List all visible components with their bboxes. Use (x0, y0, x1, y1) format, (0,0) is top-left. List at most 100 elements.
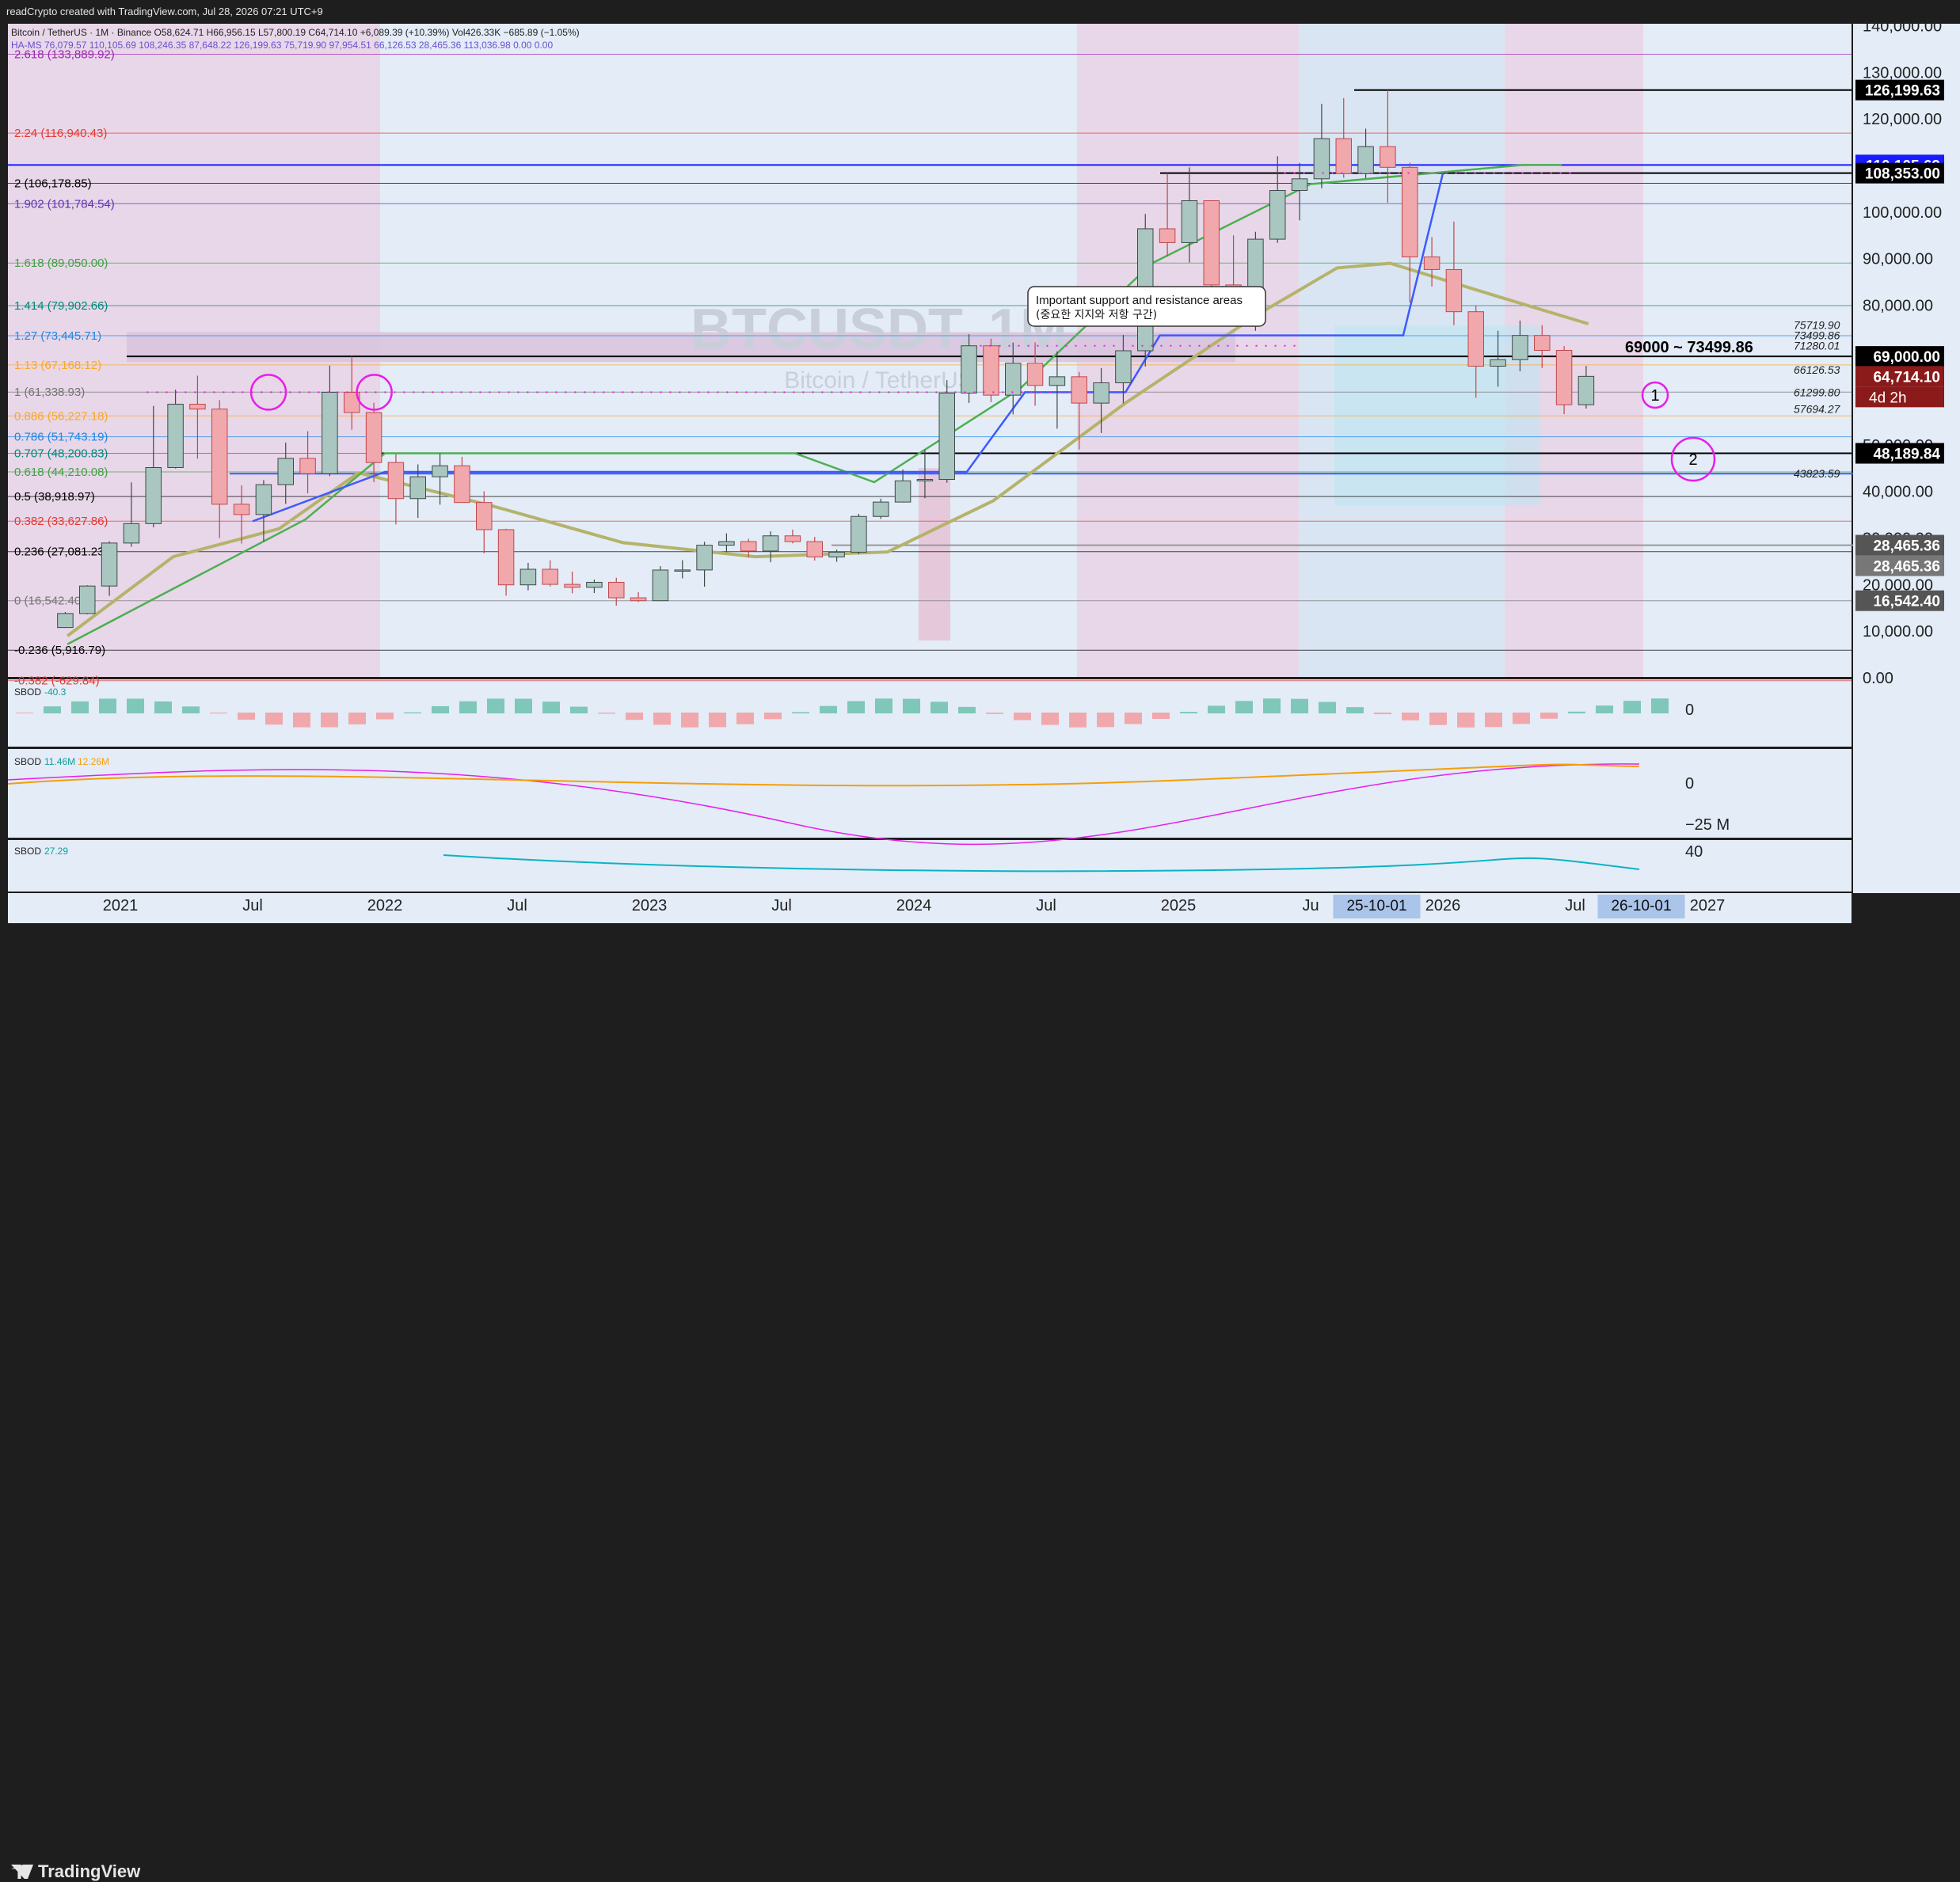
fib-label: 0.786 (51,743.19) (14, 431, 108, 444)
callout-line2: (중요한 지지와 저항 구간) (1036, 309, 1157, 321)
candle-body (718, 541, 735, 546)
candle-body (101, 542, 118, 587)
histogram-bar (1402, 713, 1419, 720)
watermark-name: Bitcoin / TetherUS (784, 367, 974, 394)
price-tick: 0.00 (1863, 670, 1893, 687)
histogram-bar (1623, 701, 1641, 713)
time-tick: Jul (1565, 897, 1585, 914)
histogram-bar (99, 698, 116, 713)
candle-body (696, 545, 713, 571)
price-badge-label: 108,353.00 (1865, 166, 1940, 183)
candle-body (1159, 228, 1176, 243)
candle-body (1335, 138, 1352, 174)
candle-body (983, 345, 999, 396)
fib-label: 0.886 (56,227.18) (14, 409, 108, 423)
price-tick: 130,000.00 (1863, 64, 1942, 82)
candle-body (1005, 363, 1022, 396)
price-badge-label: 64,714.10 (1873, 369, 1940, 386)
candle-body (1269, 190, 1286, 240)
histogram-bar (792, 712, 809, 713)
histogram-bar (709, 713, 726, 728)
candle-body (1071, 376, 1087, 404)
histogram-bar (681, 713, 698, 728)
time-tick: Jul (771, 897, 792, 914)
histogram-bar (1235, 701, 1253, 713)
tradingview-logo: TradingView (11, 1861, 140, 1882)
fib-label: 1.27 (73,445.71) (14, 329, 101, 343)
marker-label: 1 (1650, 387, 1659, 405)
candle-body (454, 465, 470, 504)
histogram-bar (1263, 698, 1281, 713)
candle-body (1555, 349, 1573, 405)
marker-label: 2 (1688, 451, 1697, 469)
histogram-bar (1014, 713, 1031, 720)
candle-body (1115, 350, 1132, 384)
candle-body (1291, 178, 1308, 192)
histogram-bar (542, 701, 560, 713)
candle-body (806, 541, 823, 557)
histogram-bar (487, 698, 504, 713)
histogram-bar (1374, 713, 1391, 715)
candle-body (57, 613, 74, 629)
fib-label: 0.618 (44,210.08) (14, 466, 108, 479)
fib-label: 0.236 (27,081.23) (14, 546, 108, 559)
histogram-bar (459, 701, 477, 713)
fib-label: 1.902 (101,784.54) (14, 197, 115, 211)
candle-body (167, 403, 184, 469)
price-badge-label: 69,000.00 (1873, 349, 1940, 366)
candle-body (255, 484, 272, 515)
time-tick: Ju (1302, 897, 1319, 914)
histogram-bar (432, 705, 449, 713)
candle-body (497, 529, 515, 586)
candle-body (784, 535, 801, 542)
histogram-bar (1069, 713, 1087, 728)
candle-body (762, 535, 779, 552)
fib-label: 1.13 (67,168.12) (14, 359, 101, 372)
histogram-bar (1596, 705, 1613, 713)
indicator-value: 27.29 (44, 846, 68, 857)
histogram-bar (1540, 713, 1558, 719)
histogram-bar (348, 713, 366, 724)
price-chart[interactable]: BTCUSDT, 1MBitcoin / TetherUS2.618 (133,… (0, 0, 1960, 972)
fib-label: 2 (106,178.85) (14, 177, 92, 190)
histogram-bar (1291, 698, 1308, 713)
candle-body (123, 523, 140, 544)
candle-body (938, 392, 955, 481)
histogram-bar (653, 713, 671, 725)
candle-body (1534, 335, 1551, 351)
candle-body (674, 569, 691, 572)
indicator-pane-3 (8, 840, 1852, 892)
candle-body (1181, 200, 1198, 243)
histogram-bar (182, 706, 200, 713)
candle-body (542, 568, 558, 585)
price-tick: 100,000.00 (1863, 204, 1942, 222)
indicator-pane-2 (8, 749, 1852, 838)
time-tick: 2024 (896, 897, 932, 914)
candle-body (564, 584, 580, 588)
time-tick: 2025 (1161, 897, 1197, 914)
histogram-bar (1125, 713, 1142, 724)
histogram-bar (736, 713, 754, 724)
price-badge-label: 28,465.36 (1873, 559, 1940, 576)
candle-body (189, 403, 206, 410)
fib-label: 0.382 (33,627.86) (14, 515, 108, 528)
price-badge-label: 16,542.40 (1873, 594, 1940, 610)
histogram-bar (1651, 698, 1669, 713)
candle-body (851, 515, 867, 553)
candle-body (916, 479, 934, 481)
indicator-axis-label: −25 M (1685, 816, 1730, 834)
candle-body (740, 541, 757, 552)
level-value-label: 66126.53 (1794, 363, 1840, 376)
time-tick: 2027 (1690, 897, 1726, 914)
histogram-bar (820, 705, 837, 713)
price-tick: 80,000.00 (1863, 297, 1933, 314)
candle-body (145, 467, 162, 524)
histogram-bar (1429, 713, 1447, 725)
histogram-bar (1485, 713, 1502, 728)
indicator-value: 12.26M (78, 756, 109, 767)
watermark-symbol: BTCUSDT, 1M (691, 298, 1068, 361)
candle-body (233, 504, 250, 515)
indicator-axis-label: 40 (1685, 843, 1703, 861)
pink-zone (919, 468, 950, 641)
indicator-value: -40.3 (44, 686, 67, 698)
